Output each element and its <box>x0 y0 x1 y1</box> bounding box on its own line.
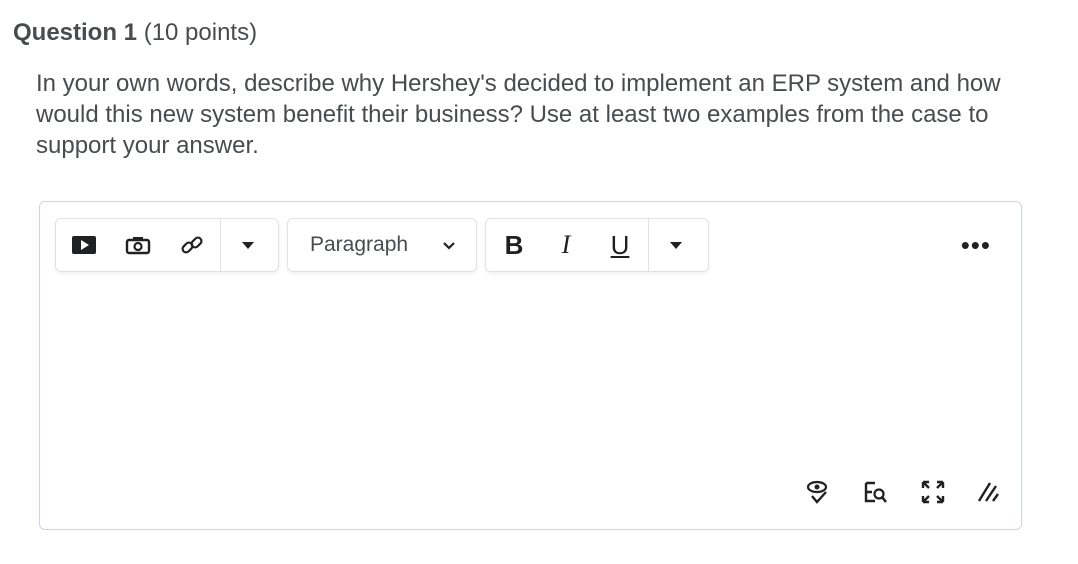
toolbar-separator <box>648 219 649 271</box>
link-icon <box>179 232 205 258</box>
fullscreen-icon <box>920 479 946 505</box>
chevron-down-icon <box>442 241 456 251</box>
italic-button[interactable]: I <box>544 219 588 271</box>
format-more-dropdown[interactable] <box>654 219 698 271</box>
word-count-icon <box>862 479 888 505</box>
insert-more-dropdown[interactable] <box>226 219 270 271</box>
italic-label: I <box>561 230 571 259</box>
insert-link-button[interactable] <box>170 219 214 271</box>
resize-handle-icon <box>976 479 1002 505</box>
chevron-down-icon <box>670 241 682 249</box>
bold-button[interactable]: B <box>492 219 536 271</box>
resize-handle[interactable] <box>976 479 1002 505</box>
insert-stuff-button[interactable] <box>62 219 106 271</box>
format-select[interactable]: Paragraph <box>287 218 477 272</box>
underline-button[interactable]: U <box>598 219 642 271</box>
toolbar-separator <box>220 219 221 271</box>
question-label: Question 1 <box>13 19 138 46</box>
insert-toolbar-group <box>55 218 279 272</box>
video-play-icon <box>71 235 97 255</box>
fullscreen-button[interactable] <box>920 479 946 505</box>
question-heading: Question 1 (10 points) <box>13 19 257 47</box>
text-format-group: B I U <box>485 218 709 272</box>
underline-label: U <box>610 229 630 260</box>
more-actions-button[interactable]: ••• <box>961 232 991 258</box>
camera-icon <box>125 235 151 255</box>
accessibility-check-icon <box>805 479 831 505</box>
word-count-button[interactable] <box>862 479 888 505</box>
chevron-down-icon <box>242 241 254 249</box>
accessibility-check-button[interactable] <box>805 479 831 505</box>
question-points: (10 points) <box>143 19 258 46</box>
rich-text-editor[interactable]: Paragraph B I U ••• <box>39 201 1022 530</box>
bold-label: B <box>504 229 524 260</box>
insert-image-button[interactable] <box>116 219 160 271</box>
format-select-button[interactable]: Paragraph <box>288 219 476 271</box>
question-prompt: In your own words, describe why Hershey'… <box>36 70 1001 159</box>
format-select-value: Paragraph <box>310 233 409 256</box>
